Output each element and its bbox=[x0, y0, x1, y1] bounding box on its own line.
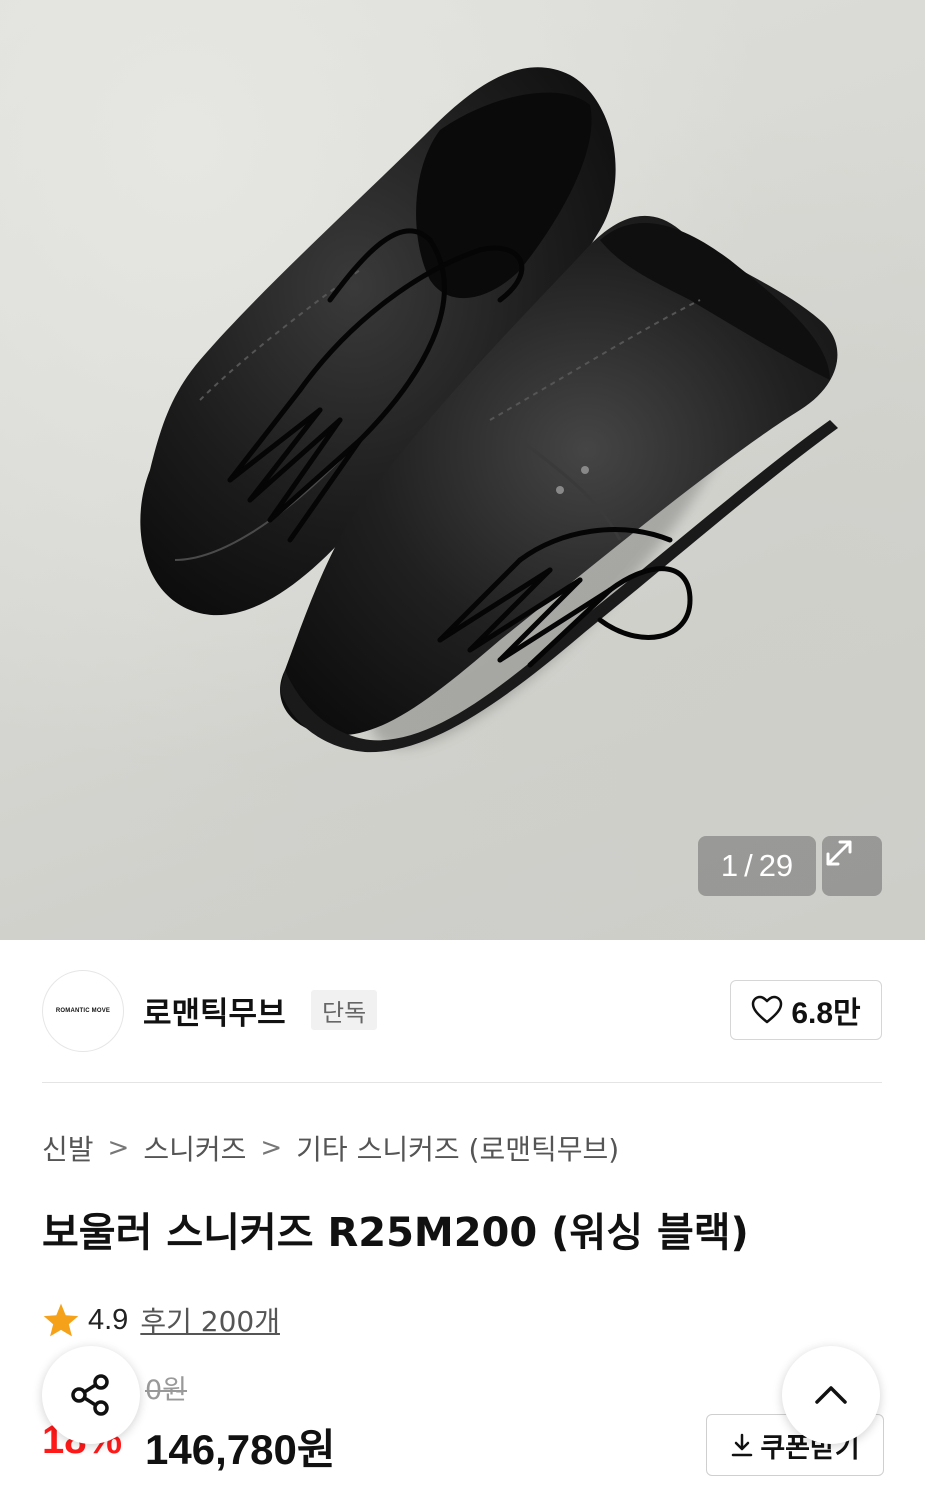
image-counter: 1 / 29 bbox=[698, 836, 816, 896]
scroll-top-button[interactable] bbox=[782, 1346, 880, 1444]
brand-name[interactable]: 로맨틱무브 bbox=[143, 988, 286, 1033]
expand-image-button[interactable] bbox=[822, 836, 882, 896]
image-counter-current: 1 bbox=[720, 848, 739, 883]
like-count: 6.8만 bbox=[791, 997, 861, 1030]
like-button[interactable]: 6.8만 bbox=[730, 980, 882, 1040]
rating: 4.9 후기 200개 bbox=[42, 1300, 280, 1340]
product-title: 보울러 스니커즈 R25M200 (워싱 블랙) bbox=[42, 1210, 749, 1256]
image-counter-separator: / bbox=[744, 848, 753, 883]
heart-icon bbox=[752, 995, 783, 1024]
image-counter-total: 29 bbox=[758, 848, 794, 883]
star-icon bbox=[43, 1303, 79, 1337]
divider bbox=[42, 1082, 882, 1083]
chevron-right-icon: > bbox=[107, 1133, 130, 1163]
breadcrumb-item-shoes[interactable]: 신발 bbox=[42, 1128, 94, 1168]
shoes-photo bbox=[140, 67, 838, 753]
exclusive-badge: 단독 bbox=[311, 990, 378, 1030]
original-price: 0원 bbox=[145, 1375, 188, 1406]
rating-score: 4.9 bbox=[88, 1303, 129, 1336]
sale-price: 146,780원 bbox=[145, 1426, 336, 1473]
expand-icon bbox=[826, 840, 852, 866]
review-count-link[interactable]: 후기 200개 bbox=[140, 1300, 280, 1340]
brand-logo-text: ROMANTIC MOVE bbox=[55, 1008, 111, 1014]
share-icon bbox=[71, 1374, 109, 1416]
download-icon bbox=[732, 1433, 753, 1457]
share-button[interactable] bbox=[42, 1346, 140, 1444]
breadcrumb-item-sneakers[interactable]: 스니커즈 bbox=[143, 1128, 246, 1168]
breadcrumb-item-other-sneakers[interactable]: 기타 스니커즈 (로맨틱무브) bbox=[296, 1128, 619, 1168]
product-image[interactable]: 1 / 29 bbox=[0, 0, 925, 940]
breadcrumb: 신발 > 스니커즈 > 기타 스니커즈 (로맨틱무브) bbox=[42, 1128, 619, 1168]
brand-logo[interactable]: ROMANTIC MOVE bbox=[42, 970, 124, 1052]
chevron-right-icon: > bbox=[260, 1133, 283, 1163]
chevron-up-icon bbox=[815, 1386, 847, 1404]
